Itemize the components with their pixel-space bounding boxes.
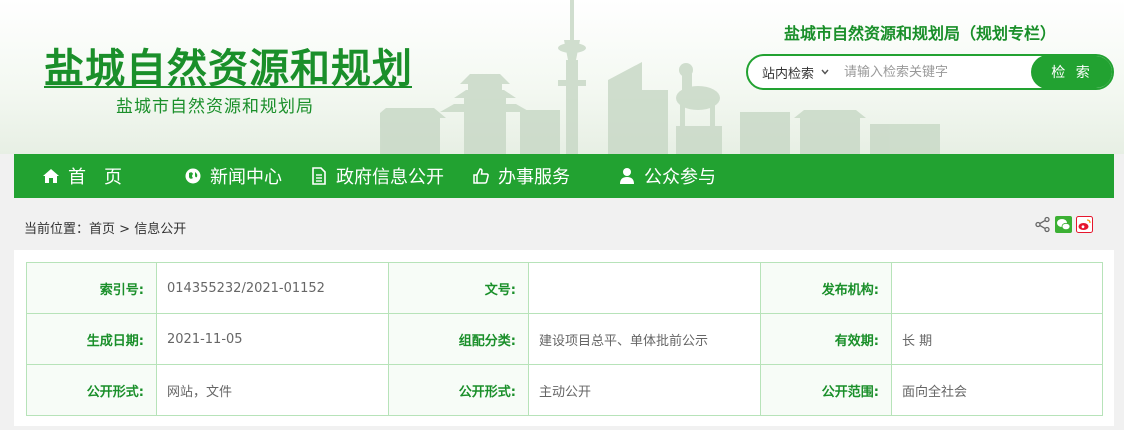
breadcrumb: 当前位置：首页 > 信息公开 (24, 218, 186, 237)
main-nav: 首 页 新闻中心 政府信息公开 办事服务 公众参与 (14, 154, 1114, 198)
disclosure-mode-label: 公开形式: (388, 364, 529, 416)
weibo-icon[interactable] (1076, 216, 1093, 233)
nav-item-label: 公众参与 (644, 167, 716, 188)
breadcrumb-current[interactable]: 信息公开 (134, 222, 186, 237)
search-bar: 站内检索 检 索 (746, 54, 1114, 90)
info-panel: 索引号: 014355232/2021-01152 文号: 发布机构: 生成日期… (14, 250, 1114, 426)
nav-item-label: 办事服务 (498, 167, 570, 188)
home-icon (43, 169, 59, 183)
breadcrumb-prefix: 当前位置： (24, 222, 90, 237)
validity-label: 有效期: (760, 313, 892, 365)
disclosure-scope-value: 面向全社会 (891, 364, 1103, 416)
breadcrumb-home-link[interactable]: 首页 (89, 222, 115, 237)
search-button[interactable]: 检 索 (1031, 56, 1112, 88)
site-header: 盐城自然资源和规划 盐城市自然资源和规划局 盐城市自然资源和规划局（规划专栏） … (0, 0, 1124, 154)
created-date-label: 生成日期: (26, 313, 157, 365)
wechat-icon[interactable] (1055, 216, 1072, 233)
disclosure-form-value: 网站，文件 (156, 364, 389, 416)
nav-item-services[interactable]: 办事服务 (472, 154, 570, 198)
search-scope-select[interactable]: 站内检索 (748, 56, 840, 88)
search-scope-label: 站内检索 (762, 66, 815, 82)
table-row: 生成日期: 2021-11-05 组配分类: 建设项目总平、单体批前公示 有效期… (26, 313, 1103, 365)
validity-value: 长 期 (891, 313, 1103, 365)
nav-item-label: 政府信息公开 (336, 167, 444, 188)
site-logo-subtitle: 盐城市自然资源和规划局 (116, 97, 314, 117)
nav-item-participation[interactable]: 公众参与 (618, 154, 716, 198)
share-toolbar (1034, 216, 1093, 233)
table-row: 公开形式: 网站，文件 公开形式: 主动公开 公开范围: 面向全社会 (26, 364, 1103, 416)
publisher-label: 发布机构: (760, 262, 892, 314)
category-label: 组配分类: (388, 313, 529, 365)
nav-item-label: 新闻中心 (210, 167, 282, 188)
nav-item-home[interactable]: 首 页 (42, 154, 122, 198)
column-title: 盐城市自然资源和规划局（规划专栏） (784, 24, 1057, 43)
table-row: 索引号: 014355232/2021-01152 文号: 发布机构: (26, 262, 1103, 314)
thumbs-up-icon (473, 168, 489, 184)
document-icon (312, 167, 326, 185)
nav-item-gov-info[interactable]: 政府信息公开 (310, 154, 444, 198)
logo-divider (44, 86, 412, 88)
chevron-down-icon (821, 69, 829, 75)
search-input[interactable] (844, 56, 1030, 88)
publisher-value (891, 262, 1103, 314)
category-value: 建设项目总平、单体批前公示 (528, 313, 761, 365)
index-number-value: 014355232/2021-01152 (156, 262, 389, 314)
disclosure-mode-value: 主动公开 (528, 364, 761, 416)
document-number-value (528, 262, 761, 314)
share-icon[interactable] (1034, 216, 1051, 233)
disclosure-scope-label: 公开范围: (760, 364, 892, 416)
document-number-label: 文号: (388, 262, 529, 314)
nav-item-news[interactable]: 新闻中心 (184, 154, 282, 198)
user-icon (620, 168, 634, 184)
globe-icon (185, 168, 201, 184)
index-number-label: 索引号: (26, 262, 157, 314)
info-table: 索引号: 014355232/2021-01152 文号: 发布机构: 生成日期… (26, 262, 1103, 416)
disclosure-form-label: 公开形式: (26, 364, 157, 416)
breadcrumb-separator: > (115, 222, 135, 237)
created-date-value: 2021-11-05 (156, 313, 389, 365)
nav-item-label: 首 页 (68, 167, 122, 188)
